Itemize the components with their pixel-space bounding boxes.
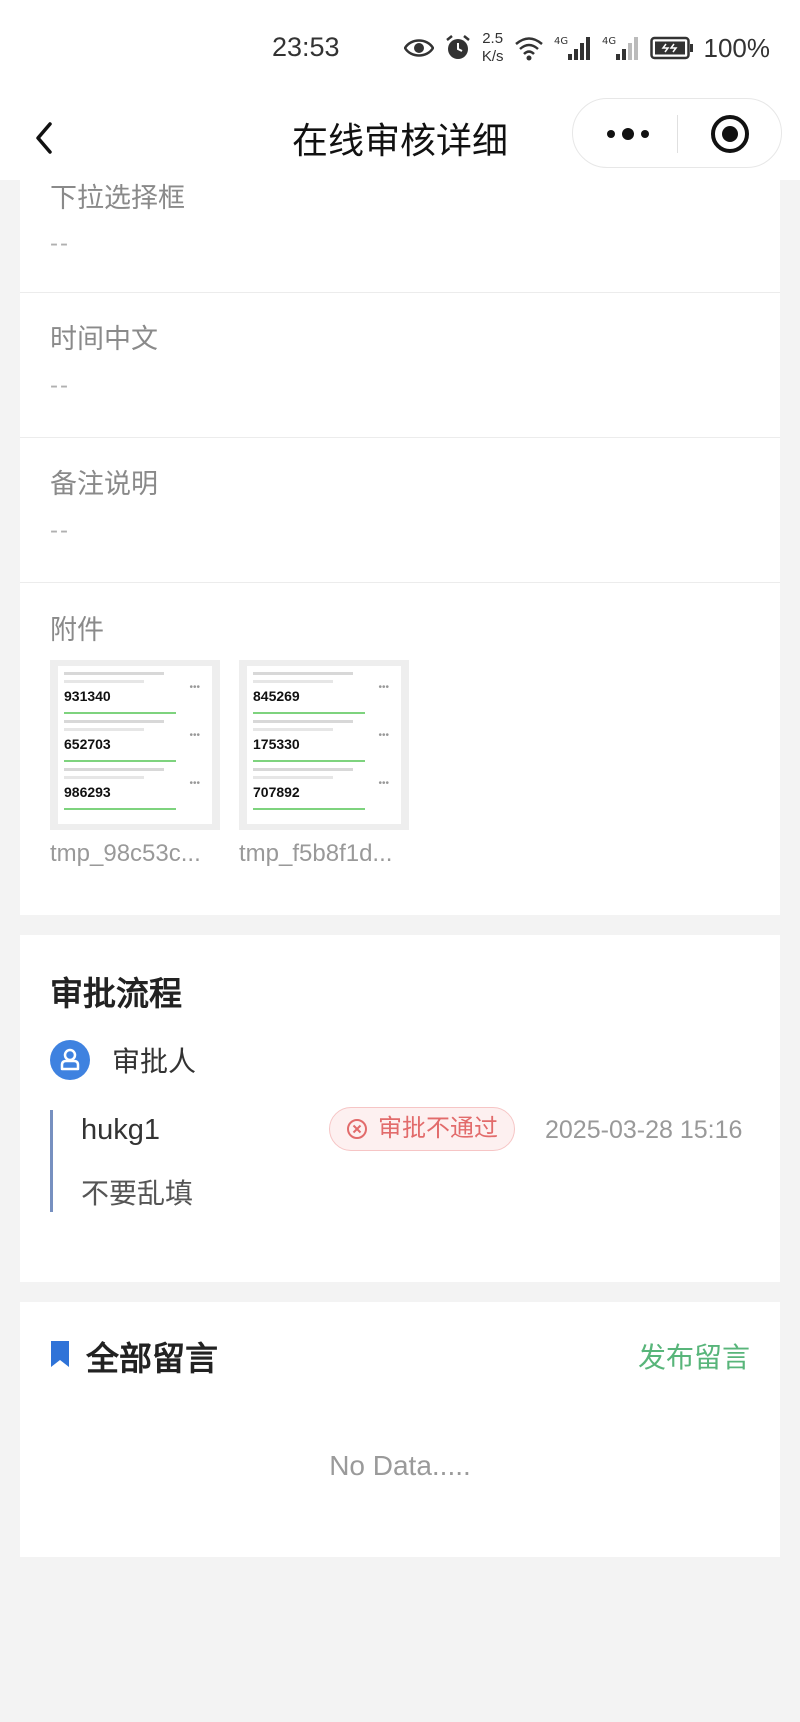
more-dots-icon[interactable] xyxy=(603,121,653,147)
post-comment-button[interactable]: 发布留言 xyxy=(638,1336,750,1376)
svg-text:4G: 4G xyxy=(602,36,616,47)
field-value: -- xyxy=(50,517,70,544)
detail-card: 下拉选择框 -- 时间中文 -- 备注说明 -- 附件 931340 ••• 6… xyxy=(20,180,780,915)
bookmark-icon xyxy=(51,1341,69,1367)
empty-state: No Data..... xyxy=(329,1450,471,1481)
status-icons: 2.5 K/s 4G 4G 100% xyxy=(403,26,771,70)
approver-header: 审批人 xyxy=(50,1038,196,1082)
mini-program-capsule xyxy=(572,98,782,168)
net-speed-unit: K/s xyxy=(481,48,504,65)
thumb-code: 931340 xyxy=(64,688,111,704)
thumb-code-row: 845269 ••• xyxy=(253,672,395,720)
svg-text:4G: 4G xyxy=(554,36,568,47)
thumb-code-row: 931340 ••• xyxy=(64,672,206,720)
approval-record: hukg1 审批不通过 2025-03-28 15:16 不要乱填 xyxy=(50,1107,750,1212)
thumb-code-row: 986293 ••• xyxy=(64,768,206,816)
thumb-code-row: 707892 ••• xyxy=(253,768,395,816)
field-value: -- xyxy=(50,230,70,257)
net-speed-value: 2.5 xyxy=(482,30,504,47)
field-value: -- xyxy=(50,372,70,399)
approval-section-title: 审批流程 xyxy=(50,975,182,1012)
approver-user-icon xyxy=(50,1040,90,1080)
battery-percent: 100% xyxy=(703,32,771,63)
approver-label: 审批人 xyxy=(112,1046,197,1077)
alarm-icon xyxy=(446,35,470,59)
net-speed: 2.5 K/s xyxy=(482,30,504,66)
wifi-icon xyxy=(514,37,543,61)
status-time: 23:53 xyxy=(272,32,340,62)
approval-time: 2025-03-28 15:16 xyxy=(545,1116,743,1144)
attachments-label: 附件 xyxy=(50,615,104,645)
approver-name: hukg1 xyxy=(81,1114,161,1146)
attachment-item[interactable]: 845269 ••• 175330 ••• 707892 ••• tmp_f5b… xyxy=(239,660,409,868)
thumb-code: 986293 xyxy=(64,784,111,800)
field-label: 时间中文 xyxy=(50,324,158,354)
field-dropdown: 下拉选择框 -- xyxy=(20,180,780,293)
field-label: 下拉选择框 xyxy=(50,183,185,213)
thumb-code: 707892 xyxy=(253,784,300,800)
nav-bar: 在线审核详细 xyxy=(0,96,800,180)
status-badge: 审批不通过 xyxy=(329,1107,515,1151)
comments-card: 全部留言 发布留言 No Data..... xyxy=(20,1302,780,1557)
eye-icon xyxy=(403,39,434,57)
thumb-code: 845269 xyxy=(253,688,300,704)
signal-4g-icon: 4G xyxy=(602,36,638,60)
close-circle-icon xyxy=(347,1119,367,1139)
field-label: 备注说明 xyxy=(50,469,158,499)
status-badge-text: 审批不通过 xyxy=(378,1115,498,1142)
status-bar: 23:53 2.5 K/s 4G 4G 100% xyxy=(0,0,800,96)
capsule-divider xyxy=(677,115,678,153)
target-icon[interactable] xyxy=(709,113,751,155)
attachment-thumbnail[interactable]: 931340 ••• 652703 ••• 986293 ••• xyxy=(50,660,220,830)
attachment-item[interactable]: 931340 ••• 652703 ••• 986293 ••• tmp_98c… xyxy=(50,660,220,868)
thumbnail-content: 931340 ••• 652703 ••• 986293 ••• xyxy=(58,666,212,824)
attachment-filename: tmp_98c53c... xyxy=(50,840,201,867)
approval-card: 审批流程 审批人 hukg1 审批不通过 2025-03-28 15:16 不要… xyxy=(20,935,780,1282)
attachment-thumbnail[interactable]: 845269 ••• 175330 ••• 707892 ••• xyxy=(239,660,409,830)
thumb-code-row: 175330 ••• xyxy=(253,720,395,768)
attachment-filename: tmp_f5b8f1d... xyxy=(239,840,393,867)
approval-comment: 不要乱填 xyxy=(81,1178,194,1209)
thumb-code: 175330 xyxy=(253,736,300,752)
signal-4g-icon: 4G xyxy=(554,36,590,60)
battery-icon xyxy=(649,36,693,60)
thumb-code: 652703 xyxy=(64,736,111,752)
field-time: 时间中文 -- xyxy=(20,293,780,438)
thumb-code-row: 652703 ••• xyxy=(64,720,206,768)
thumbnail-content: 845269 ••• 175330 ••• 707892 ••• xyxy=(247,666,401,824)
field-remark: 备注说明 -- xyxy=(20,438,780,583)
comments-title: 全部留言 xyxy=(86,1340,218,1377)
